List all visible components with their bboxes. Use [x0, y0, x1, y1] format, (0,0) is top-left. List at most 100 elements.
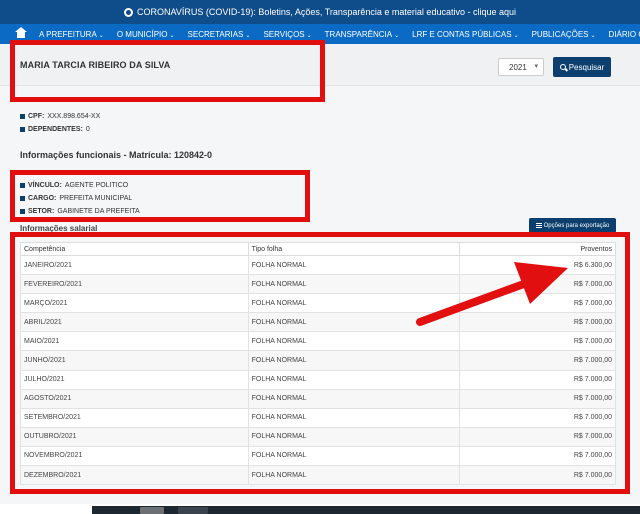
cell-proventos: R$ 7.000,00: [459, 445, 616, 467]
year-select[interactable]: 2021 ▾: [498, 58, 544, 76]
bullet-square-icon: [20, 196, 25, 201]
cell-tipo-folha: FOLHA NORMAL: [247, 350, 461, 371]
cell-tipo-folha: FOLHA NORMAL: [247, 388, 461, 409]
table-row: AGOSTO/2021 FOLHA NORMAL R$ 7.000,00: [20, 388, 616, 409]
cell-tipo-folha: FOLHA NORMAL: [247, 465, 461, 486]
table-row: NOVEMBRO/2021 FOLHA NORMAL R$ 7.000,00: [20, 445, 616, 467]
column-header-proventos[interactable]: Proventos: [459, 242, 616, 256]
cell-proventos: R$ 7.000,00: [459, 369, 616, 390]
bullet-square-icon: [20, 183, 25, 188]
setor-value: GABINETE DA PREFEITA: [57, 208, 140, 215]
nav-item-diario-oficial[interactable]: DIÁRIO OFICIAL: [609, 30, 640, 39]
table-row: MARÇO/2021 FOLHA NORMAL R$ 7.000,00: [20, 293, 616, 314]
cpf-value: XXX.898.654-XX: [47, 113, 101, 120]
dependents-line: DEPENDENTES: 0: [20, 126, 90, 133]
table-row: SETEMBRO/2021 FOLHA NORMAL R$ 7.000,00: [20, 407, 616, 428]
cell-competencia: MARÇO/2021: [20, 293, 249, 314]
nav-item-secretarias[interactable]: SECRETARIAS ⌄: [188, 30, 251, 39]
chevron-down-icon: ⌄: [245, 32, 251, 39]
salary-info-title: Informações salarial: [20, 224, 98, 233]
chevron-down-icon: ⌄: [98, 32, 104, 39]
chevron-down-icon: ⌄: [306, 32, 312, 39]
nav-item-label: LRF E CONTAS PÚBLICAS: [412, 29, 512, 39]
cell-competencia: OUTUBRO/2021: [20, 426, 249, 447]
table-row: MAIO/2021 FOLHA NORMAL R$ 7.000,00: [20, 331, 616, 352]
cell-competencia: JANEIRO/2021: [20, 254, 249, 276]
cell-proventos: R$ 7.000,00: [459, 426, 616, 447]
dependents-label: DEPENDENTES:: [28, 126, 83, 133]
cell-proventos: R$ 7.000,00: [459, 293, 616, 314]
cell-proventos: R$ 7.000,00: [459, 331, 616, 352]
covid-alert-text[interactable]: CORONAVÍRUS (COVID-19): Boletins, Ações,…: [137, 7, 516, 17]
nav-item-label: DIÁRIO OFICIAL: [608, 29, 640, 39]
chevron-down-icon: ⌄: [590, 32, 596, 39]
nav-item-lrf-contas[interactable]: LRF E CONTAS PÚBLICAS ⌄: [412, 30, 518, 39]
table-row: JULHO/2021 FOLHA NORMAL R$ 7.000,00: [20, 369, 616, 390]
cell-tipo-folha: FOLHA NORMAL: [247, 274, 461, 295]
cargo-label: CARGO:: [28, 195, 57, 202]
export-options-button[interactable]: Opções para exportação: [529, 218, 616, 233]
main-navbar: A PREFEITURA ⌄ O MUNICÍPIO ⌄ SECRETARIAS ⌄ …: [0, 24, 640, 44]
cell-tipo-folha: FOLHA NORMAL: [247, 293, 461, 314]
salary-table: Competência Tipo folha Proventos JANEIRO…: [20, 242, 616, 486]
search-icon: [559, 64, 566, 70]
cell-proventos: R$ 7.000,00: [459, 274, 616, 295]
table-row: OUTUBRO/2021 FOLHA NORMAL R$ 7.000,00: [20, 426, 616, 447]
year-select-value: 2021: [509, 63, 527, 72]
cell-proventos: R$ 7.000,00: [459, 312, 616, 333]
setor-line: SETOR: GABINETE DA PREFEITA: [20, 208, 140, 215]
cell-tipo-folha: FOLHA NORMAL: [247, 331, 461, 352]
cell-competencia: NOVEMBRO/2021: [20, 445, 249, 467]
virus-icon: [124, 7, 133, 17]
cargo-value: PREFEITA MUNICIPAL: [59, 195, 133, 202]
covid-alert-bar[interactable]: CORONAVÍRUS (COVID-19): Boletins, Ações,…: [0, 0, 640, 24]
nav-item-a-prefeitura[interactable]: A PREFEITURA ⌄: [39, 30, 104, 39]
column-header-competencia[interactable]: Competência: [20, 242, 249, 256]
functional-info-title: Informações funcionais - Matrícula: 1208…: [20, 150, 213, 160]
bullet-square-icon: [20, 209, 25, 214]
cell-proventos: R$ 7.000,00: [459, 388, 616, 409]
table-row: JUNHO/2021 FOLHA NORMAL R$ 7.000,00: [20, 350, 616, 371]
export-options-label: Opções para exportação: [543, 222, 610, 229]
nav-item-publicacoes[interactable]: PUBLICAÇÕES ⌄: [532, 30, 596, 39]
cell-tipo-folha: FOLHA NORMAL: [247, 369, 461, 390]
cell-proventos: R$ 7.000,00: [459, 350, 616, 371]
search-button-label: Pesquisar: [568, 62, 605, 72]
select-caret-icon: ▾: [534, 63, 538, 70]
cargo-line: CARGO: PREFEITA MUNICIPAL: [20, 195, 132, 202]
bullet-square-icon: [20, 114, 25, 119]
nav-item-o-municipio[interactable]: O MUNICÍPIO ⌄: [117, 30, 175, 39]
cell-tipo-folha: FOLHA NORMAL: [247, 445, 461, 467]
table-row: ABRIL/2021 FOLHA NORMAL R$ 7.000,00: [20, 312, 616, 333]
table-row: DEZEMBRO/2021 FOLHA NORMAL R$ 7.000,00: [20, 465, 616, 486]
cell-competencia: SETEMBRO/2021: [20, 407, 249, 428]
vinculo-value: AGENTE POLITICO: [64, 182, 129, 189]
nav-item-transparencia[interactable]: TRANSPARÊNCIA ⌄: [325, 30, 399, 39]
table-header-row: Competência Tipo folha Proventos: [20, 242, 616, 256]
cell-competencia: ABRIL/2021: [20, 312, 249, 333]
table-row: FEVEREIRO/2021 FOLHA NORMAL R$ 7.000,00: [20, 274, 616, 295]
nav-item-servicos[interactable]: SERVIÇOS ⌄: [263, 30, 311, 39]
vinculo-line: VÍNCULO: AGENTE POLITICO: [20, 182, 128, 189]
chevron-down-icon: ⌄: [513, 32, 519, 39]
list-icon: [535, 223, 542, 228]
bottom-taskbar: [0, 504, 640, 514]
cell-competencia: JULHO/2021: [20, 369, 249, 390]
nav-item-label: SECRETARIAS: [187, 29, 244, 39]
cell-tipo-folha: FOLHA NORMAL: [247, 254, 461, 276]
cell-proventos: R$ 7.000,00: [459, 465, 616, 486]
cell-proventos: R$ 7.000,00: [459, 407, 616, 428]
dependents-value: 0: [85, 126, 90, 133]
chevron-down-icon: ⌄: [394, 32, 400, 39]
search-button[interactable]: Pesquisar: [553, 57, 611, 77]
vinculo-label: VÍNCULO:: [28, 182, 62, 189]
chevron-down-icon: ⌄: [169, 32, 175, 39]
cell-tipo-folha: FOLHA NORMAL: [247, 426, 461, 447]
taskbar-chip: [140, 507, 164, 514]
home-link[interactable]: [15, 26, 27, 39]
cell-tipo-folha: FOLHA NORMAL: [247, 407, 461, 428]
cpf-label: CPF:: [28, 113, 45, 120]
cell-competencia: JUNHO/2021: [20, 350, 249, 371]
cell-competencia: FEVEREIRO/2021: [20, 274, 249, 295]
column-header-tipo-folha[interactable]: Tipo folha: [247, 242, 461, 256]
